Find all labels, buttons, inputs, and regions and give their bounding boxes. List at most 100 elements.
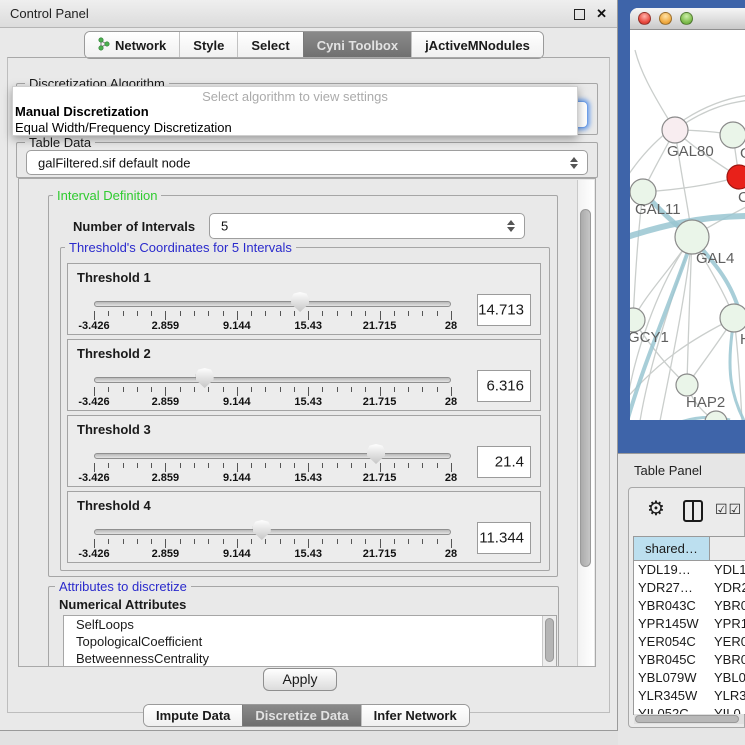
red-node[interactable]: [727, 165, 745, 189]
table-cell-shared-name[interactable]: YBR045C: [638, 651, 710, 669]
network-canvas[interactable]: GAL80GCGAL11GAL4GCY1HHAP2: [630, 30, 745, 420]
tick-mark: [265, 539, 266, 544]
minimize-traffic-light-icon[interactable]: [659, 12, 672, 25]
list-scrollbar[interactable]: [542, 616, 556, 666]
list-item-topologicalcoefficient[interactable]: TopologicalCoefficient: [64, 633, 556, 650]
tab-discretize-data[interactable]: Discretize Data: [242, 705, 360, 726]
slider-thumb[interactable]: [367, 444, 385, 464]
table-cell-shared-name[interactable]: YDL19…: [638, 561, 710, 579]
GAL4-node[interactable]: [675, 220, 709, 254]
tick-label: 28: [445, 320, 457, 332]
table-cell-shared-name[interactable]: YER054C: [638, 633, 710, 651]
table-cell-shared-name[interactable]: YLR345W: [638, 687, 710, 705]
tab-jactivemnodules[interactable]: jActiveMNodules: [411, 32, 543, 58]
tab-select[interactable]: Select: [237, 32, 302, 58]
slider-thumb[interactable]: [196, 368, 214, 388]
tick-mark: [180, 463, 181, 468]
list-item-betweennesscentrality[interactable]: BetweennessCentrality: [64, 650, 556, 667]
column-header-name[interactable]: na: [710, 537, 745, 561]
tab-network[interactable]: Network: [85, 32, 179, 58]
tab-style[interactable]: Style: [179, 32, 237, 58]
table-cell-name[interactable]: YPR1: [714, 615, 745, 633]
minimize-icon[interactable]: [574, 9, 585, 20]
network-window-titlebar[interactable]: [630, 8, 745, 30]
tick-mark: [265, 387, 266, 392]
tick-mark: [137, 311, 138, 316]
settings-scrollbar[interactable]: [577, 180, 594, 666]
tick-mark: [365, 539, 366, 544]
close-icon[interactable]: ✕: [596, 6, 607, 22]
tick-label: 9.144: [223, 548, 251, 560]
threshold-value-field[interactable]: 6.316: [477, 370, 531, 402]
table-cell-name[interactable]: YDR2: [714, 579, 745, 597]
tick-mark: [322, 539, 323, 544]
threshold-value-field[interactable]: 11.344: [477, 522, 531, 554]
list-item-selfloops[interactable]: SelfLoops: [64, 616, 556, 633]
tick-mark: [437, 463, 438, 468]
tab-impute-data[interactable]: Impute Data: [144, 705, 242, 726]
tick-mark: [151, 311, 152, 316]
table-cell-shared-name[interactable]: YDR27…: [638, 579, 710, 597]
network-edge[interactable]: [643, 177, 739, 192]
tick-mark: [137, 539, 138, 544]
numerical-attributes-list[interactable]: SelfLoopsTopologicalCoefficientBetweenne…: [63, 615, 557, 667]
column-header-shared-name[interactable]: shared…: [634, 537, 710, 561]
tick-mark: [337, 387, 338, 392]
tick-mark: [437, 387, 438, 392]
slider-thumb[interactable]: [291, 292, 309, 312]
table-cell-name[interactable]: YDL1: [714, 561, 745, 579]
GAL80-node[interactable]: [662, 117, 688, 143]
tick-mark: [380, 311, 381, 320]
slider-track[interactable]: [94, 377, 451, 383]
table-hscrollbar[interactable]: [634, 714, 744, 724]
table-cell-name[interactable]: YBR0: [714, 651, 745, 669]
split-columns-icon[interactable]: [683, 500, 703, 522]
table-hscrollbar-thumb[interactable]: [635, 715, 739, 723]
table-cell-name[interactable]: YBR0: [714, 597, 745, 615]
select-columns-checkbox-icons[interactable]: ☑☑: [715, 501, 742, 518]
slider-thumb[interactable]: [253, 520, 271, 540]
tick-mark: [294, 311, 295, 316]
node-label-hap2: HAP2: [686, 394, 725, 411]
control-panel-titlebar[interactable]: Control Panel ✕: [0, 0, 617, 28]
HAP2-node[interactable]: [676, 374, 698, 396]
tab-cyni-toolbox[interactable]: Cyni Toolbox: [303, 32, 411, 58]
slider-track[interactable]: [94, 529, 451, 535]
table-cell-name[interactable]: YER0: [714, 633, 745, 651]
node-label-gal4: GAL4: [696, 250, 734, 267]
table-cell-shared-name[interactable]: YBR043C: [638, 597, 710, 615]
cyni-mode-tab-strip: Impute DataDiscretize DataInfer Network: [143, 704, 470, 727]
number-of-intervals-combo[interactable]: 5: [209, 213, 525, 239]
tick-mark: [251, 387, 252, 392]
dropdown-option-manual[interactable]: Manual Discretization: [15, 104, 149, 119]
table-cell-name[interactable]: YLR3: [714, 687, 745, 705]
tick-mark: [194, 311, 195, 316]
node[interactable]: [705, 411, 727, 420]
tick-mark: [237, 539, 238, 548]
tick-mark: [123, 387, 124, 392]
H-node[interactable]: [720, 304, 745, 332]
tab-infer-network[interactable]: Infer Network: [361, 705, 469, 726]
list-scrollbar-thumb[interactable]: [545, 618, 554, 662]
tick-mark: [94, 387, 95, 396]
gear-icon[interactable]: ⚙: [647, 496, 665, 521]
node-attribute-table[interactable]: shared… na YDL19…YDL1YDR27…YDR2YBR043CYB…: [633, 536, 745, 715]
settings-scrollbar-thumb[interactable]: [580, 209, 591, 567]
dropdown-option-equal-width[interactable]: Equal Width/Frequency Discretization: [15, 120, 232, 135]
tick-label: 28: [445, 548, 457, 560]
tick-mark: [208, 539, 209, 544]
apply-button[interactable]: Apply: [263, 668, 337, 691]
close-traffic-light-icon[interactable]: [638, 12, 651, 25]
slider-track[interactable]: [94, 301, 451, 307]
table-cell-shared-name[interactable]: YBL079W: [638, 669, 710, 687]
table-data-combo[interactable]: galFiltered.sif default node: [26, 150, 588, 175]
table-cell-shared-name[interactable]: YPR145W: [638, 615, 710, 633]
tick-mark: [151, 387, 152, 392]
threshold-value-field[interactable]: 14.713: [477, 294, 531, 326]
zoom-traffic-light-icon[interactable]: [680, 12, 693, 25]
tick-mark: [380, 539, 381, 548]
slider-track[interactable]: [94, 453, 451, 459]
tick-mark: [451, 463, 452, 472]
table-cell-name[interactable]: YBL0: [714, 669, 745, 687]
threshold-value-field[interactable]: 21.4: [477, 446, 531, 478]
